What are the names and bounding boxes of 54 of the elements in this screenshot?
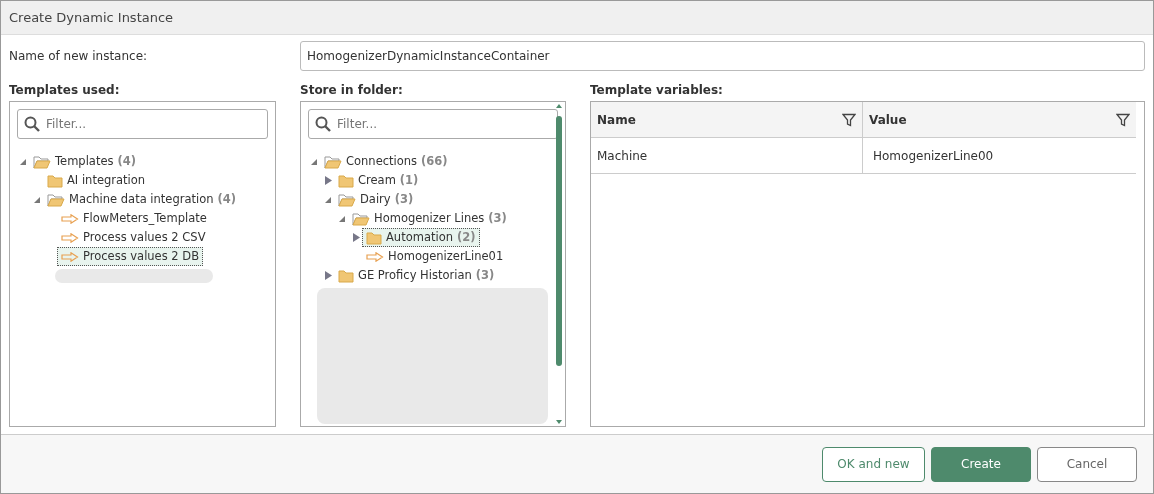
arrow-icon: [61, 251, 79, 262]
name-input-field[interactable]: HomogenizerDynamicInstanceContainer: [300, 41, 1145, 71]
tree-item[interactable]: Connections (66): [320, 151, 452, 172]
table-cell-text: HomogenizerLine00: [872, 147, 995, 165]
tree-item[interactable]: Automation (2): [362, 227, 480, 248]
arrow-icon: [61, 232, 79, 243]
scrollbar[interactable]: [555, 104, 563, 424]
column-header[interactable]: Name: [591, 102, 863, 137]
filter-icon[interactable]: [1116, 112, 1130, 127]
tree-item[interactable]: Cream (1): [334, 170, 423, 191]
arrow-icon: [366, 251, 384, 262]
tree-item[interactable]: GE Proficy Historian (3): [334, 265, 499, 286]
open-folder-icon: [338, 192, 356, 207]
filter-icon[interactable]: [842, 112, 856, 127]
filter-field[interactable]: Filter...: [308, 109, 558, 139]
open-folder-icon: [324, 154, 342, 169]
dialog-button[interactable]: Create: [931, 446, 1031, 482]
collapse-icon[interactable]: [33, 195, 41, 204]
panel-heading: Template variables:: [590, 82, 724, 99]
dialog-button[interactable]: Cancel: [1037, 446, 1137, 482]
tree-item[interactable]: AI integration: [43, 170, 150, 191]
tree-item[interactable]: Dairy (3): [334, 189, 418, 210]
tree-item[interactable]: Machine data integration (4): [43, 189, 241, 210]
panel-heading: Store in folder:: [300, 82, 404, 99]
dialog-button[interactable]: OK and new: [822, 446, 925, 482]
window-title: Create Dynamic Instance: [9, 8, 174, 27]
collapse-icon[interactable]: [19, 157, 27, 166]
tree-item[interactable]: HomogenizerLine01: [362, 246, 508, 267]
column-header[interactable]: Value: [863, 102, 1136, 137]
folder-icon: [338, 173, 354, 188]
filter-field[interactable]: Filter...: [17, 109, 268, 139]
tree-item[interactable]: Process values 2 DB: [57, 246, 204, 267]
scroll-down-icon[interactable]: [556, 420, 562, 424]
field-label: Name of new instance:: [9, 48, 149, 65]
open-folder-icon: [47, 192, 65, 207]
collapse-icon[interactable]: [338, 214, 346, 223]
tree-item[interactable]: Templates (4): [29, 151, 140, 172]
arrow-icon: [61, 213, 79, 224]
folder-icon: [366, 230, 382, 245]
table-cell: Machine: [591, 138, 863, 173]
expand-icon[interactable]: [324, 271, 332, 280]
panel-heading: Templates used:: [9, 82, 121, 99]
tree-item[interactable]: Process values 2 CSV: [57, 227, 210, 248]
folder-icon: [47, 173, 63, 188]
collapse-icon[interactable]: [310, 157, 318, 166]
collapse-icon[interactable]: [324, 195, 332, 204]
expand-icon[interactable]: [324, 176, 332, 185]
tree-item[interactable]: FlowMeters_Template: [57, 208, 211, 229]
open-folder-icon: [352, 211, 370, 226]
open-folder-icon: [33, 154, 51, 169]
folder-icon: [338, 268, 354, 283]
scroll-up-icon[interactable]: [556, 104, 562, 108]
expand-icon[interactable]: [352, 233, 360, 242]
tree-item[interactable]: Homogenizer Lines (3): [348, 208, 511, 229]
